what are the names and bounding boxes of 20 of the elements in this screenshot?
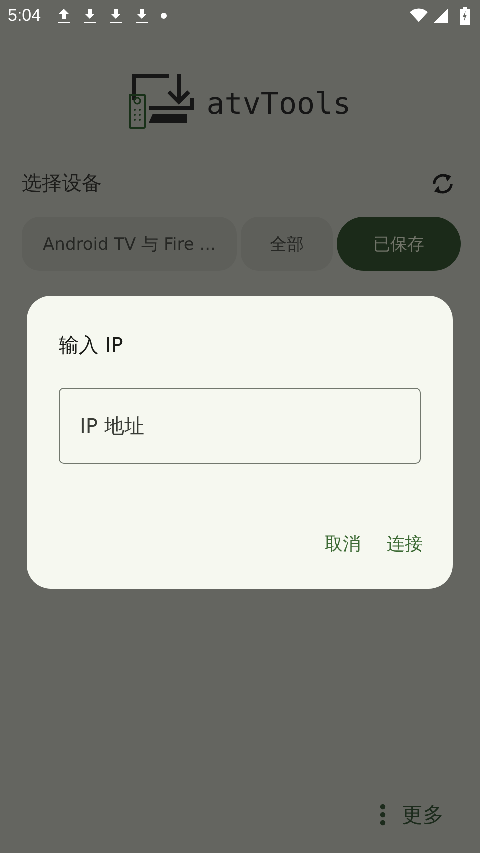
download-icon <box>83 8 98 24</box>
section-title: 选择设备 <box>22 170 102 197</box>
battery-charging-icon <box>460 7 470 25</box>
status-time: 5:04 <box>8 6 42 26</box>
download-icon <box>109 8 124 24</box>
notification-dot-icon <box>161 13 168 19</box>
filter-tab[interactable]: Android TV 与 Fire ... <box>22 217 237 271</box>
ip-input-field[interactable]: IP 地址 <box>59 388 421 464</box>
more-vert-icon <box>380 804 386 826</box>
signal-icon <box>432 8 450 24</box>
filter-tab[interactable]: 已保存 <box>337 217 461 271</box>
dialog-button[interactable]: 取消 <box>307 524 361 564</box>
wifi-icon <box>410 8 428 24</box>
dialog-button[interactable]: 连接 <box>369 524 423 564</box>
more-button[interactable]: 更多 <box>380 801 444 829</box>
app-title: atvTools <box>206 87 352 122</box>
upload-icon <box>57 8 72 24</box>
dialog-title: 输入 IP <box>59 332 124 359</box>
download-icon <box>135 8 150 24</box>
filter-tab[interactable]: 全部 <box>241 217 333 271</box>
